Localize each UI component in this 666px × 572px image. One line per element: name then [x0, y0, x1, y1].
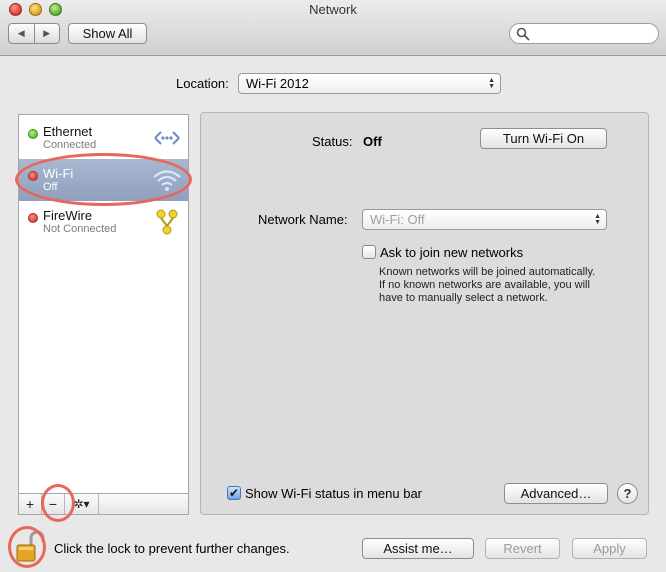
back-arrow-icon[interactable]: ◀ [9, 24, 34, 43]
service-list: Ethernet Connected Wi-Fi Off FireWire No… [18, 114, 189, 515]
back-forward-buttons: ◀ ▶ [8, 23, 60, 44]
remove-service-button[interactable]: − [42, 494, 65, 514]
popup-arrows-icon: ▲ ▼ [488, 76, 495, 90]
wifi-icon [153, 170, 181, 191]
service-name: Ethernet [43, 124, 93, 139]
ask-join-help-line: Known networks will be joined automatica… [379, 266, 596, 278]
status-dot-red-icon [28, 213, 38, 223]
ask-join-checkbox[interactable] [362, 245, 376, 259]
search-icon [516, 27, 530, 41]
apply-button[interactable]: Apply [572, 538, 647, 559]
turn-wifi-on-button[interactable]: Turn Wi-Fi On [480, 128, 607, 149]
help-icon[interactable]: ? [617, 483, 638, 504]
location-value: Wi-Fi 2012 [246, 76, 309, 91]
ask-join-help-line: have to manually select a network. [379, 292, 548, 304]
service-status: Not Connected [43, 223, 117, 235]
wifi-detail-panel [200, 112, 649, 515]
window-title: Network [309, 2, 357, 17]
add-service-button[interactable]: + [19, 494, 42, 514]
status-dot-green-icon [28, 129, 38, 139]
popup-arrows-icon: ▲ ▼ [594, 212, 601, 226]
status-dot-red-icon [28, 171, 38, 181]
show-status-label: Show Wi-Fi status in menu bar [245, 486, 423, 501]
location-popup[interactable]: Wi-Fi 2012 ▲ ▼ [238, 73, 501, 94]
service-list-controls: + − ✲▾ [18, 493, 189, 515]
show-status-checkbox[interactable]: ✔ [227, 486, 241, 500]
location-label: Location: [176, 76, 229, 91]
network-name-popup[interactable]: Wi-Fi: Off ▲ ▼ [362, 209, 607, 230]
status-value: Off [363, 134, 382, 149]
forward-arrow-icon[interactable]: ▶ [33, 24, 60, 43]
revert-button[interactable]: Revert [485, 538, 560, 559]
ask-join-help-line: If no known networks are available, you … [379, 279, 590, 291]
service-status: Off [43, 181, 58, 193]
ask-join-label: Ask to join new networks [380, 245, 524, 260]
assist-me-button[interactable]: Assist me… [362, 538, 474, 559]
action-gear-icon[interactable]: ✲▾ [65, 494, 99, 514]
service-item-wifi[interactable]: Wi-Fi Off [19, 159, 188, 201]
network-name-value: Wi-Fi: Off [370, 212, 425, 227]
service-name: Wi-Fi [43, 166, 74, 181]
firewire-icon [156, 209, 178, 235]
advanced-button[interactable]: Advanced… [504, 483, 608, 504]
checkmark-icon: ✔ [228, 486, 240, 500]
ethernet-icon [154, 131, 180, 145]
lock-message: Click the lock to prevent further change… [54, 541, 290, 556]
service-item-firewire[interactable]: FireWire Not Connected [19, 201, 188, 243]
service-name: FireWire [43, 208, 93, 223]
service-item-ethernet[interactable]: Ethernet Connected [19, 117, 188, 159]
window-toolbar: Network ◀ ▶ Show All [0, 0, 666, 56]
show-all-button[interactable]: Show All [68, 23, 147, 44]
network-name-label: Network Name: [258, 212, 348, 227]
status-label: Status: [312, 134, 353, 149]
service-status: Connected [43, 139, 97, 151]
unlocked-padlock-icon[interactable] [14, 530, 46, 564]
search-input[interactable] [509, 23, 659, 44]
